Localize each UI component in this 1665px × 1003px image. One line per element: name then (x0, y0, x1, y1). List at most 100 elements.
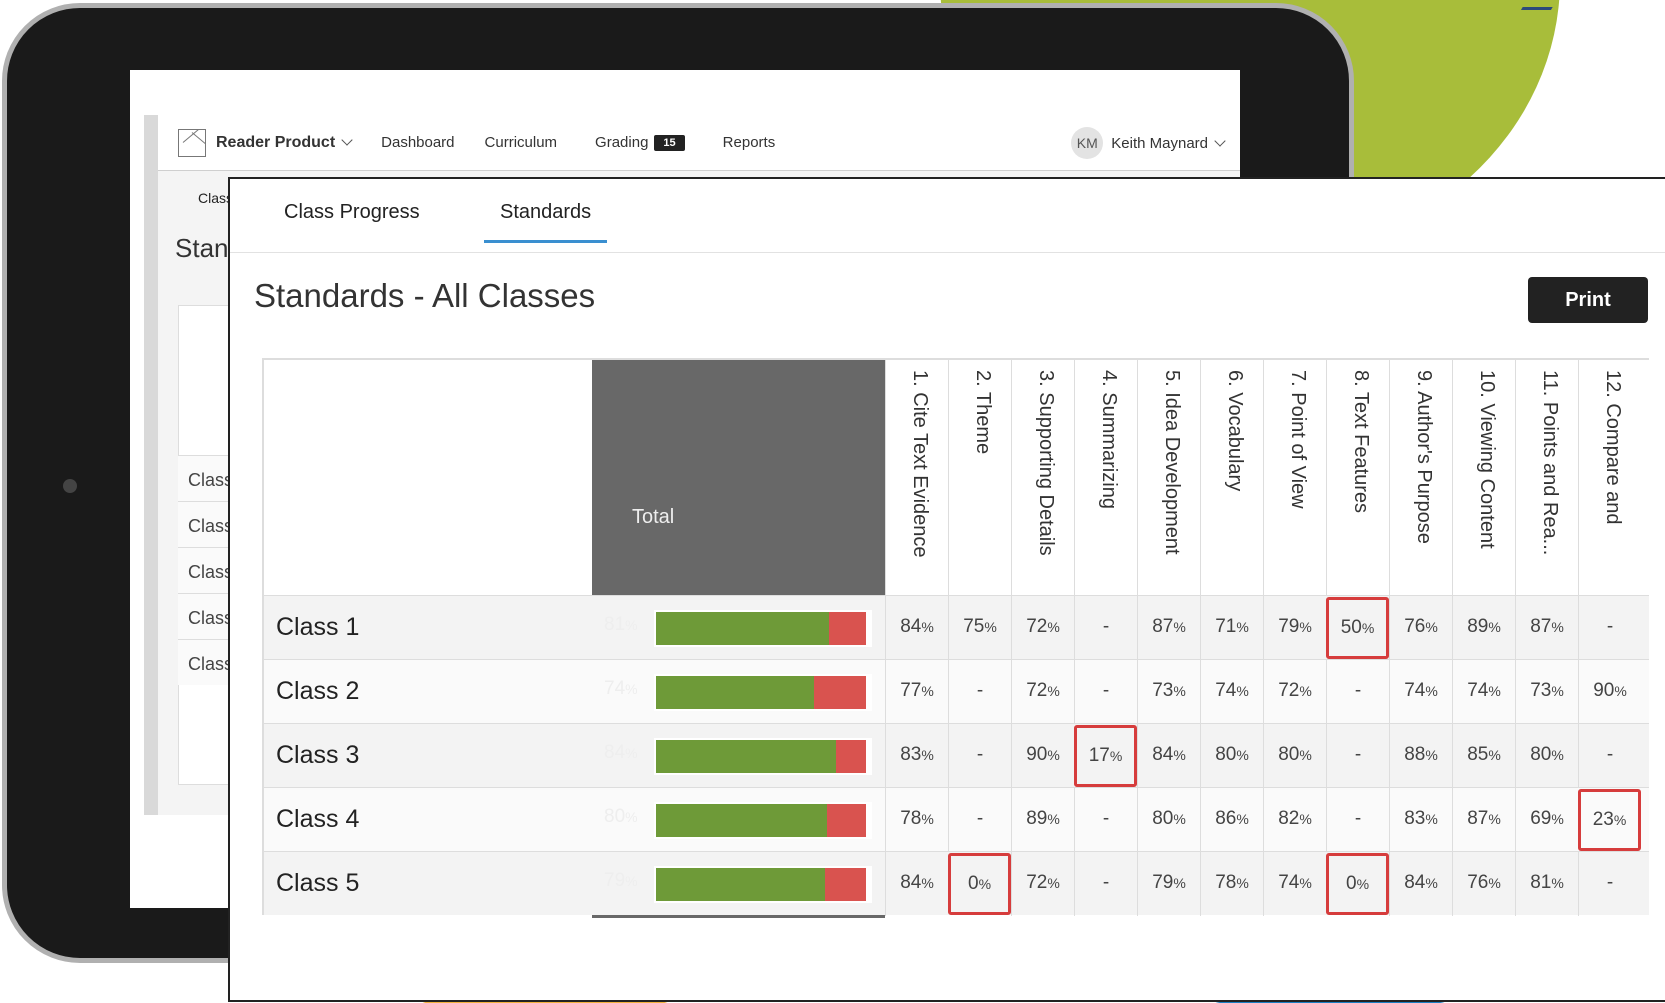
score-cell[interactable]: 71% (1200, 596, 1263, 660)
standard-header[interactable]: 12. Compare and (1578, 360, 1641, 597)
standard-header[interactable]: 10. Viewing Content (1452, 360, 1515, 597)
class-name[interactable]: Class 5 (276, 869, 359, 898)
score-cell[interactable]: 80% (1263, 724, 1326, 788)
score-cell[interactable]: 73% (1515, 660, 1578, 724)
score-cell[interactable]: 89% (1011, 788, 1074, 852)
flagged-score-cell[interactable]: 0% (1326, 853, 1389, 915)
score-cell[interactable]: - (1326, 788, 1389, 852)
class-name[interactable]: Class 4 (276, 805, 359, 834)
score-cell[interactable]: 84% (1137, 724, 1200, 788)
score-cell[interactable]: 74% (1452, 660, 1515, 724)
user-menu[interactable]: KM Keith Maynard (1071, 127, 1226, 159)
score-cell[interactable]: - (1578, 852, 1641, 916)
standard-header[interactable]: 3. Supporting Details (1011, 360, 1074, 597)
score-cell[interactable]: - (1074, 852, 1137, 916)
score-cell[interactable]: 78% (1200, 852, 1263, 916)
score-cell[interactable]: 74% (1263, 852, 1326, 916)
table-row[interactable]: Class 3 84% 83% -90% 17% 84% 80% 80% -88% 85% 80% - (262, 723, 1649, 788)
standard-header-label: 2. Theme (972, 370, 994, 455)
flagged-score-cell[interactable]: 50% (1326, 597, 1389, 659)
standard-header[interactable]: 9. Author's Purpose (1389, 360, 1452, 597)
score-cell[interactable]: - (948, 724, 1011, 788)
logo-icon[interactable] (178, 128, 206, 157)
tab-class-progress[interactable]: Class Progress (284, 201, 420, 240)
score-cell[interactable]: 72% (1011, 852, 1074, 916)
score-cell[interactable]: 72% (1263, 660, 1326, 724)
score-cell[interactable]: 72% (1011, 660, 1074, 724)
score-cell[interactable]: 77% (885, 660, 948, 724)
nav-curriculum[interactable]: Curriculum (485, 134, 558, 151)
score-cell[interactable]: 80% (1200, 724, 1263, 788)
score-cell[interactable]: 80% (1515, 724, 1578, 788)
standard-header[interactable]: 11. Points and Rea... (1515, 360, 1578, 597)
score-cell[interactable]: 90% (1578, 660, 1641, 724)
flagged-score-cell[interactable]: 17% (1074, 725, 1137, 787)
score-cell[interactable]: 72% (1011, 596, 1074, 660)
class-column-header (262, 360, 592, 597)
standards-panel: Class Progress Standards Standards - All… (228, 177, 1665, 1002)
chevron-down-icon (341, 134, 353, 146)
score-cell[interactable]: 79% (1263, 596, 1326, 660)
print-button[interactable]: Print (1528, 277, 1648, 323)
score-cell[interactable]: - (1578, 724, 1641, 788)
chevron-down-icon (1214, 134, 1226, 147)
standard-header[interactable]: 6. Vocabulary (1200, 360, 1263, 597)
score-cell[interactable]: 74% (1200, 660, 1263, 724)
score-cell[interactable]: 83% (885, 724, 948, 788)
score-cell[interactable]: 87% (1452, 788, 1515, 852)
score-cell[interactable]: 76% (1452, 852, 1515, 916)
standard-header[interactable]: 8. Text Features (1326, 360, 1389, 597)
score-cell[interactable]: - (948, 788, 1011, 852)
table-row[interactable]: Class 2 74% 77% -72% -73% 74% 72% -74% 74% 73% 90% (262, 659, 1649, 724)
score-cell[interactable]: 69% (1515, 788, 1578, 852)
score-cell[interactable]: 74% (1389, 660, 1452, 724)
score-cell[interactable]: - (1074, 660, 1137, 724)
nav-dashboard[interactable]: Dashboard (381, 134, 454, 151)
standard-header[interactable]: 2. Theme (948, 360, 1011, 597)
score-cell[interactable]: - (1326, 724, 1389, 788)
score-cell[interactable]: 87% (1137, 596, 1200, 660)
standard-header[interactable]: 5. Idea Development (1137, 360, 1200, 597)
brand-menu[interactable]: Reader Product (216, 134, 353, 152)
score-cell[interactable]: 84% (1389, 852, 1452, 916)
score-cell[interactable]: - (1578, 596, 1641, 660)
score-cell[interactable]: 90% (1011, 724, 1074, 788)
score-cell[interactable]: 79% (1137, 852, 1200, 916)
score-cell[interactable]: 84% (885, 596, 948, 660)
score-cell[interactable]: 85% (1452, 724, 1515, 788)
score-cell[interactable]: 89% (1452, 596, 1515, 660)
score-cell[interactable]: 87% (1515, 596, 1578, 660)
progress-bar-fill (656, 612, 830, 645)
standard-header[interactable]: 4. Summarizing (1074, 360, 1137, 597)
score-cell[interactable]: 78% (885, 788, 948, 852)
progress-bar-fill (656, 868, 826, 901)
nav-grading[interactable]: Grading 15 (595, 134, 685, 151)
table-row[interactable]: Class 1 81% 84% 75% 72% -87% 71% 79% 50% 76% 89% 87… (262, 595, 1649, 660)
score-cell[interactable]: 81% (1515, 852, 1578, 916)
standard-header[interactable]: 1. Cite Text Evidence (885, 360, 948, 597)
score-cell[interactable]: 86% (1200, 788, 1263, 852)
table-row[interactable]: Class 4 80% 78% -89% -80% 86% 82% -83% 87% 69% 23% (262, 787, 1649, 852)
class-name[interactable]: Class 3 (276, 741, 359, 770)
score-cell[interactable]: 80% (1137, 788, 1200, 852)
tab-standards[interactable]: Standards (484, 201, 608, 243)
score-cell[interactable]: 84% (885, 852, 948, 916)
nav-reports[interactable]: Reports (723, 134, 776, 151)
class-name[interactable]: Class 1 (276, 613, 359, 642)
score-cell[interactable]: - (1074, 596, 1137, 660)
score-cell[interactable]: - (1074, 788, 1137, 852)
score-cell[interactable]: 88% (1389, 724, 1452, 788)
standard-header[interactable]: 7. Point of View (1263, 360, 1326, 597)
progress-bar (654, 738, 872, 775)
score-cell[interactable]: - (1326, 660, 1389, 724)
score-cell[interactable]: 82% (1263, 788, 1326, 852)
score-cell[interactable]: 83% (1389, 788, 1452, 852)
score-cell[interactable]: 75% (948, 596, 1011, 660)
flagged-score-cell[interactable]: 0% (948, 853, 1011, 915)
flagged-score-cell[interactable]: 23% (1578, 789, 1641, 851)
score-cell[interactable]: 73% (1137, 660, 1200, 724)
score-cell[interactable]: 76% (1389, 596, 1452, 660)
score-cell[interactable]: - (948, 660, 1011, 724)
class-name[interactable]: Class 2 (276, 677, 359, 706)
table-row[interactable]: Class 5 79% 84% 0% 72% -79% 78% 74% 0% 84% 76% 81% - (262, 851, 1649, 916)
